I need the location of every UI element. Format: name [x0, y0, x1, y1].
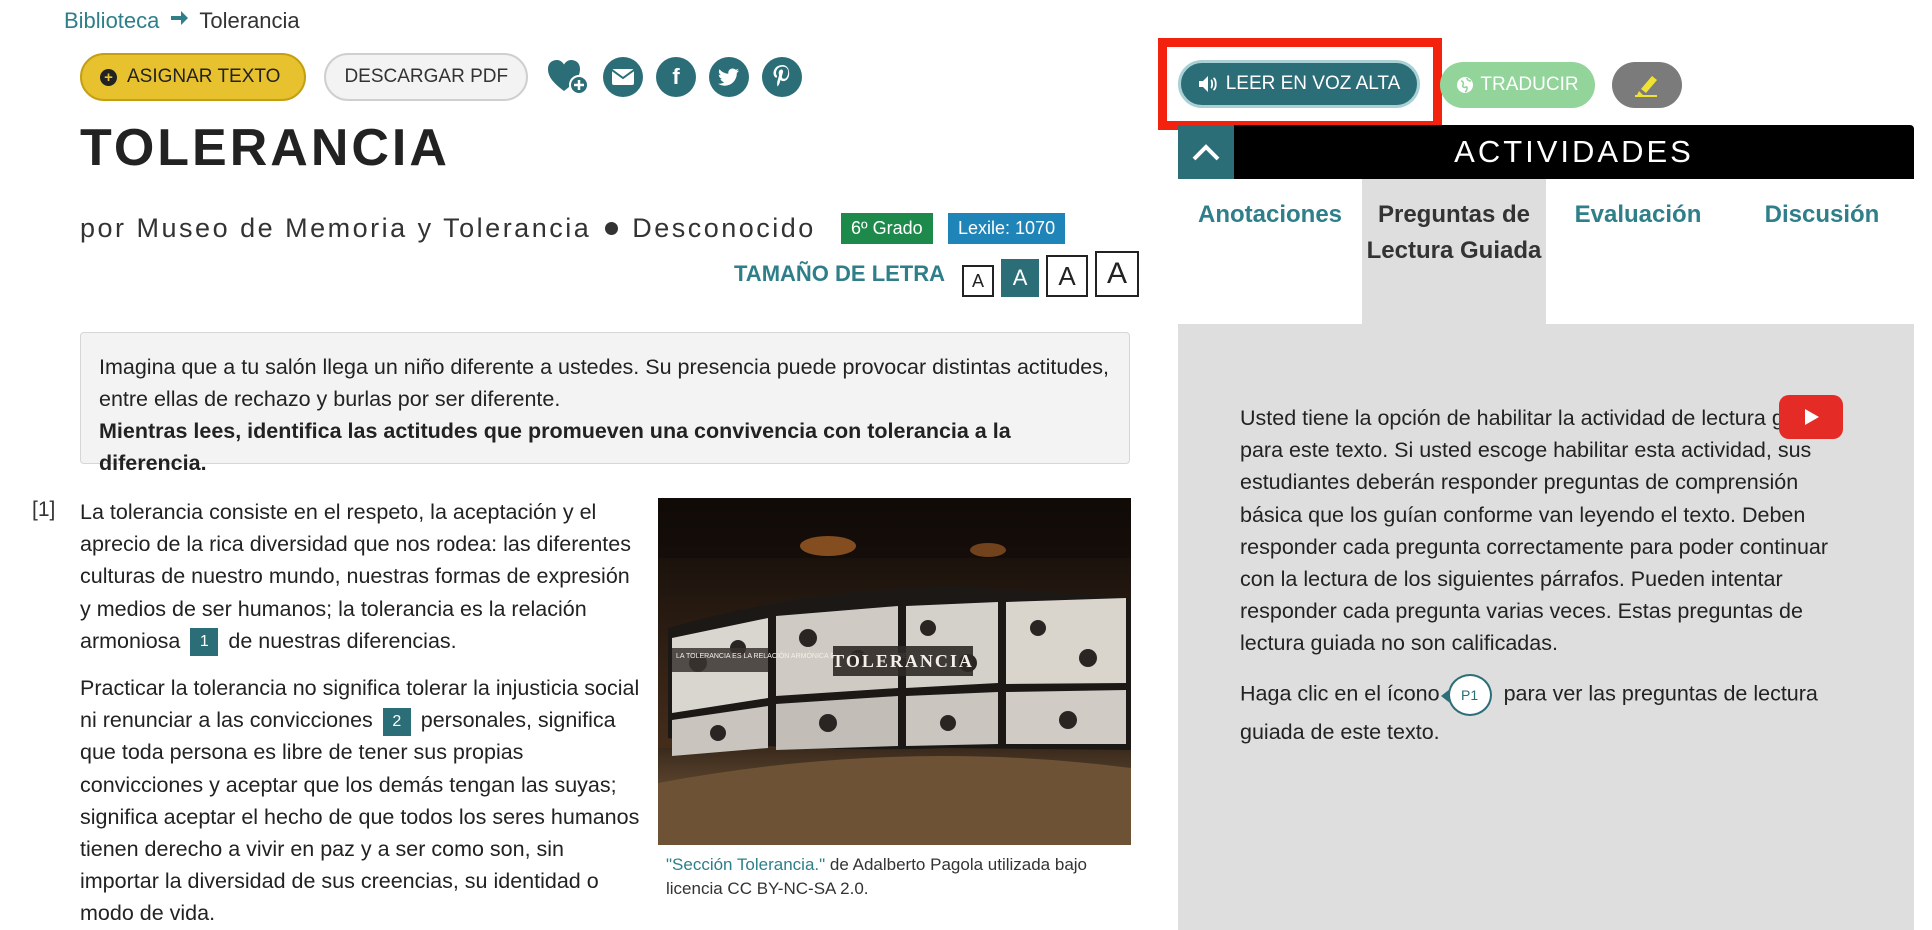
- font-size-medium-button[interactable]: A: [1001, 259, 1040, 297]
- paragraph-2-text-b: personales, significa que toda persona e…: [80, 708, 640, 926]
- tab-guided-reading-questions[interactable]: Preguntas de Lectura Guiada: [1362, 179, 1546, 324]
- pinterest-icon[interactable]: [762, 57, 803, 97]
- assign-text-label: ASIGNAR TEXTO: [127, 66, 281, 87]
- guided-reading-info: Usted tiene la opción de habilitar la ac…: [1240, 402, 1860, 762]
- email-icon[interactable]: [603, 57, 644, 97]
- youtube-icon[interactable]: [1779, 395, 1843, 439]
- byline-author: Museo de Memoria y Tolerancia: [136, 212, 592, 243]
- article-paragraph-2: Practicar la tolerancia no significa tol…: [80, 672, 640, 930]
- collapse-button[interactable]: [1178, 125, 1234, 179]
- page-title: TOLERANCIA: [80, 119, 450, 177]
- read-aloud-button[interactable]: LEER EN VOZ ALTA: [1178, 60, 1420, 108]
- font-size-large-button[interactable]: A: [1046, 255, 1089, 297]
- text-toolbar: + ASIGNAR TEXTO DESCARGAR PDF f: [80, 52, 803, 102]
- activities-tabs: Anotaciones Preguntas de Lectura Guiada …: [1178, 179, 1914, 324]
- intro-box: Imagina que a tu salón llega un niño dif…: [80, 332, 1130, 475]
- breadcrumb-library-link[interactable]: Biblioteca: [64, 8, 159, 34]
- share-icons: f: [546, 57, 803, 97]
- globe-icon: [1457, 77, 1474, 93]
- tab-assessment[interactable]: Evaluación: [1546, 179, 1730, 324]
- breadcrumb: Biblioteca Tolerancia: [64, 4, 300, 38]
- heart-plus-icon[interactable]: [546, 57, 590, 97]
- guided-reading-description: Usted tiene la opción de habilitar la ac…: [1240, 406, 1837, 656]
- font-size-xlarge-button[interactable]: A: [1095, 251, 1140, 297]
- lexile-badge: Lexile: 1070: [948, 213, 1066, 244]
- byline: por Museo de Memoria y Tolerancia Descon…: [80, 208, 816, 248]
- footnote-marker-1[interactable]: 1: [190, 628, 219, 657]
- hint-text-a: Haga clic en el ícono: [1240, 681, 1440, 706]
- paragraph-number: [1]: [32, 498, 56, 521]
- bullet-dot-icon: [605, 221, 619, 235]
- translate-label: TRADUCIR: [1480, 74, 1579, 95]
- activities-header: ACTIVIDADES: [1178, 125, 1914, 179]
- grade-badge: 6º Grado: [841, 213, 933, 244]
- speaker-icon: [1198, 76, 1217, 92]
- museum-photo[interactable]: LA TOLERANCIA ES LA RELACIÓN ARMÓNICA DE…: [658, 498, 1131, 845]
- guided-reading-hint: Haga clic en el ícono P1 para ver las pr…: [1240, 673, 1860, 748]
- highlighter-button[interactable]: [1612, 62, 1682, 108]
- facebook-icon[interactable]: f: [656, 57, 697, 97]
- translate-button[interactable]: TRADUCIR: [1440, 62, 1595, 108]
- p1-question-marker[interactable]: P1: [1440, 673, 1492, 716]
- download-pdf-button[interactable]: DESCARGAR PDF: [324, 53, 529, 101]
- article-paragraph-1: La tolerancia consiste en el respeto, la…: [80, 496, 640, 657]
- footnote-marker-2[interactable]: 2: [382, 707, 411, 736]
- paragraph-1-text-b: de nuestras diferencias.: [228, 628, 457, 653]
- assign-text-button[interactable]: + ASIGNAR TEXTO: [80, 53, 307, 101]
- byline-date: Desconocido: [632, 212, 816, 243]
- byline-prefix: por: [80, 212, 127, 243]
- download-pdf-label: DESCARGAR PDF: [344, 66, 509, 87]
- tab-annotations[interactable]: Anotaciones: [1178, 179, 1362, 324]
- article-body: La tolerancia consiste en el respeto, la…: [80, 496, 640, 930]
- tab-discussion[interactable]: Discusión: [1730, 179, 1914, 324]
- intro-instruction: Mientras lees, identifica las actitudes …: [99, 419, 1011, 475]
- article-figure: LA TOLERANCIA ES LA RELACIÓN ARMÓNICA DE…: [658, 498, 1131, 901]
- intro-text: Imagina que a tu salón llega un niño dif…: [99, 355, 1109, 411]
- figure-caption: "Sección Tolerancia." de Adalberto Pagol…: [658, 853, 1131, 901]
- read-aloud-label: LEER EN VOZ ALTA: [1225, 73, 1401, 94]
- font-size-selector: TAMAÑO DE LETRA A A A A: [734, 251, 1140, 297]
- caption-link[interactable]: "Sección Tolerancia.": [666, 855, 825, 874]
- font-size-label: TAMAÑO DE LETRA: [734, 261, 946, 286]
- breadcrumb-current: Tolerancia: [199, 8, 300, 33]
- twitter-icon[interactable]: [709, 57, 750, 97]
- highlighter-icon: [1635, 76, 1657, 97]
- chevron-up-icon: [1192, 144, 1220, 161]
- activities-title: ACTIVIDADES: [1454, 134, 1694, 169]
- font-size-small-button[interactable]: A: [962, 265, 995, 297]
- plus-circle-icon: +: [100, 68, 117, 86]
- arrow-right-icon: [169, 8, 189, 34]
- photo-banner-center: TOLERANCIA: [832, 651, 974, 671]
